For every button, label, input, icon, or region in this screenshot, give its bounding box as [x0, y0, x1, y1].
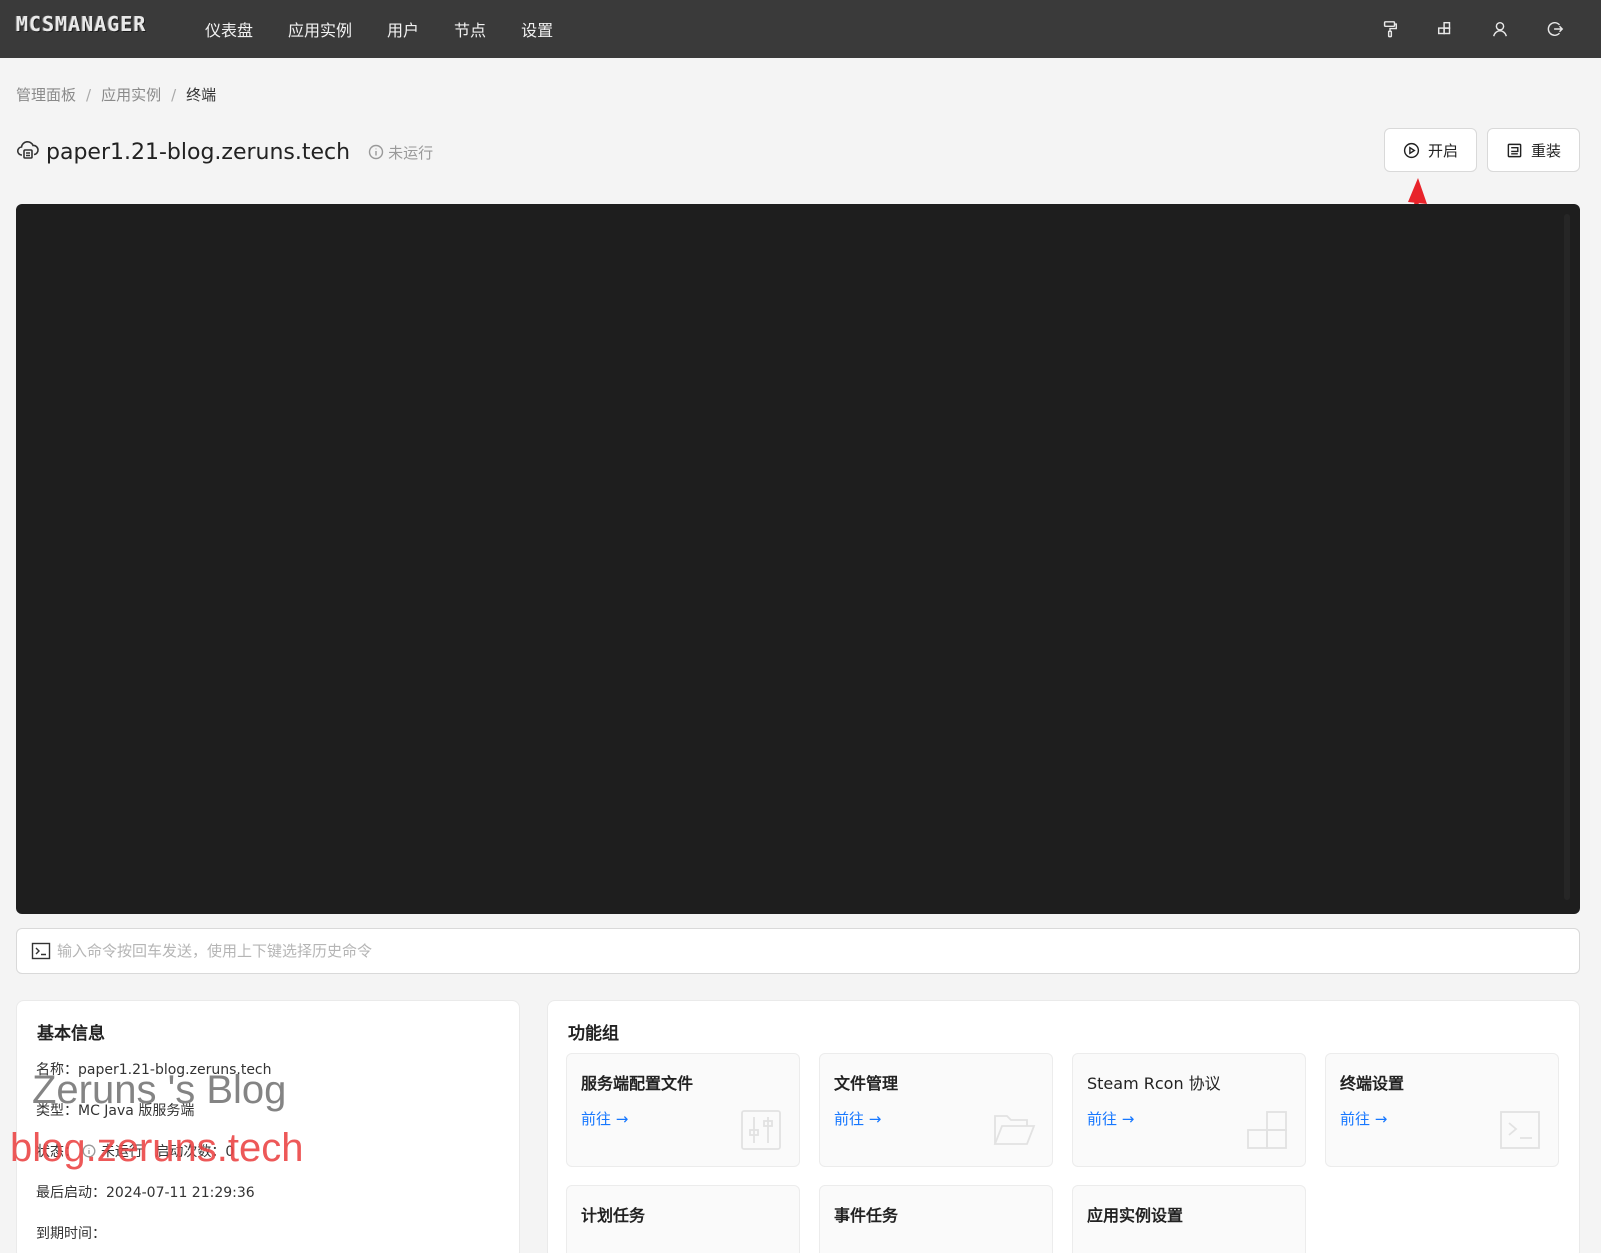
tile-title: 应用实例设置: [1087, 1206, 1184, 1225]
tile-title: 事件任务: [834, 1206, 899, 1225]
info-last-start: 最后启动：2024-07-11 21:29:36: [36, 1185, 255, 1201]
logout-icon[interactable]: [1544, 18, 1566, 40]
cloud-server-icon: [16, 138, 40, 166]
function-group-title: 功能组: [568, 1024, 619, 1044]
app-logo[interactable]: MCSMANAGER: [16, 12, 146, 36]
blocks-icon[interactable]: [1434, 18, 1456, 40]
sliders-icon: [739, 1108, 783, 1152]
breadcrumb: 管理面板 / 应用实例 / 终端: [16, 84, 216, 105]
tile-title: 计划任务: [581, 1206, 646, 1225]
tile-title: 文件管理: [834, 1074, 899, 1093]
tile-file-manager[interactable]: 文件管理 前往 →: [819, 1053, 1053, 1167]
paint-roller-icon[interactable]: [1379, 18, 1401, 40]
blocks-icon: [1245, 1108, 1289, 1152]
tile-scheduled-tasks[interactable]: 计划任务: [566, 1185, 800, 1253]
top-navbar: MCSMANAGER 仪表盘 应用实例 用户 节点 设置: [0, 0, 1601, 58]
nav-icon-group: [1346, 0, 1566, 58]
instance-header: paper1.21-blog.zeruns.tech 未运行: [16, 136, 433, 168]
breadcrumb-separator: /: [171, 85, 177, 104]
info-circle-icon: [368, 144, 384, 160]
basic-info-title: 基本信息: [37, 1024, 105, 1044]
tile-instance-settings[interactable]: 应用实例设置: [1072, 1185, 1306, 1253]
breadcrumb-separator: /: [86, 85, 92, 104]
tile-title: 终端设置: [1340, 1074, 1405, 1093]
nav-item-users[interactable]: 用户: [387, 17, 419, 41]
play-circle-icon: [1403, 142, 1420, 158]
reinstall-button[interactable]: 重装: [1487, 128, 1580, 172]
breadcrumb-item-terminal: 终端: [186, 86, 217, 104]
user-icon[interactable]: [1489, 18, 1511, 40]
terminal-output[interactable]: [16, 204, 1580, 914]
watermark-blog-name: Zeruns 's Blog: [32, 1068, 287, 1112]
tile-title: Steam Rcon 协议: [1087, 1074, 1221, 1093]
status-badge: 未运行: [368, 142, 433, 163]
nav-item-nodes[interactable]: 节点: [454, 17, 486, 41]
reinstall-icon: [1507, 143, 1522, 157]
breadcrumb-item-panel[interactable]: 管理面板: [16, 84, 76, 105]
info-expire: 到期时间：: [36, 1226, 106, 1242]
tile-title: 服务端配置文件: [581, 1074, 694, 1093]
main-nav: 仪表盘 应用实例 用户 节点 设置: [205, 0, 588, 58]
terminal-icon: [31, 942, 51, 960]
folder-open-icon: [992, 1108, 1036, 1152]
nav-item-settings[interactable]: 设置: [521, 17, 553, 41]
watermark-blog-url: blog.zeruns.tech: [10, 1126, 304, 1170]
status-text: 未运行: [388, 143, 434, 162]
start-button[interactable]: 开启: [1384, 128, 1477, 172]
tile-terminal-settings[interactable]: 终端设置 前往 →: [1325, 1053, 1559, 1167]
nav-item-dashboard[interactable]: 仪表盘: [205, 17, 253, 41]
tile-event-tasks[interactable]: 事件任务: [819, 1185, 1053, 1253]
terminal-scrollbar[interactable]: [1564, 214, 1570, 900]
command-input[interactable]: [57, 942, 1579, 960]
reinstall-button-label: 重装: [1530, 141, 1561, 160]
terminal-icon: [1498, 1108, 1542, 1152]
tile-server-config[interactable]: 服务端配置文件 前往 →: [566, 1053, 800, 1167]
start-button-label: 开启: [1427, 141, 1458, 160]
tile-steam-rcon[interactable]: Steam Rcon 协议 前往 →: [1072, 1053, 1306, 1167]
command-bar: [16, 928, 1580, 974]
page-title: paper1.21-blog.zeruns.tech: [46, 139, 351, 165]
nav-item-instances[interactable]: 应用实例: [288, 17, 352, 41]
breadcrumb-item-instances[interactable]: 应用实例: [101, 84, 161, 105]
